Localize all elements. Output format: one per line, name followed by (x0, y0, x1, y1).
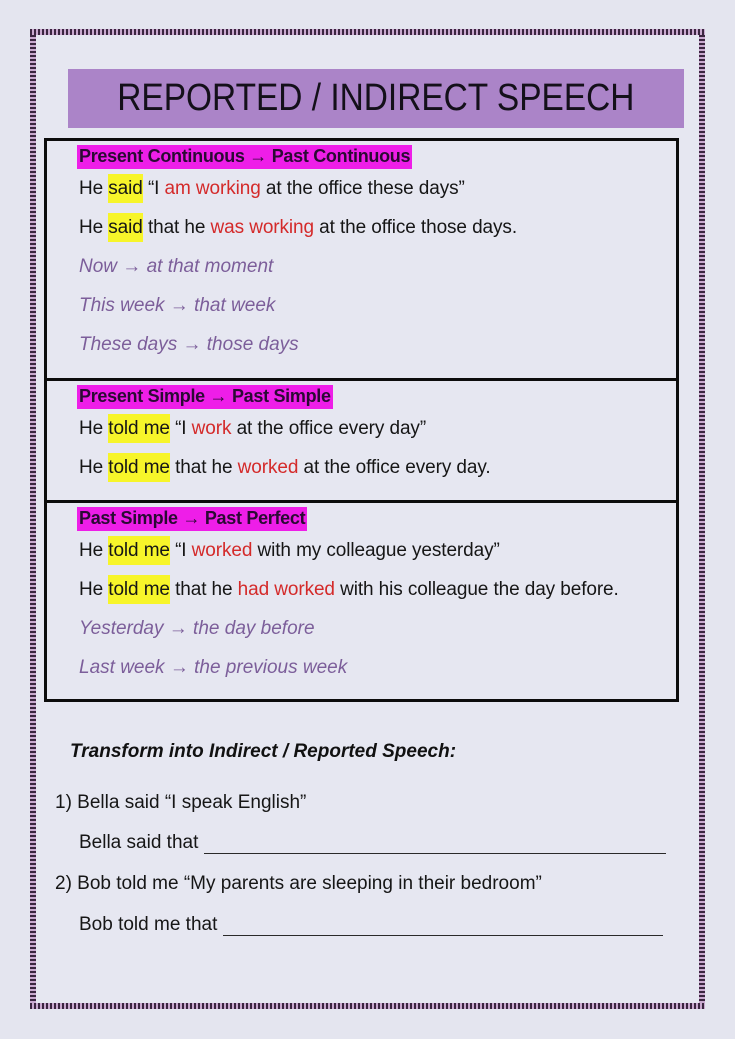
reporting-verb: told me (108, 536, 170, 565)
direct-speech-example: He told me “I work at the office every d… (79, 409, 676, 448)
rule-section-present-simple: Present Simple → Past Simple He told me … (47, 378, 676, 500)
reporting-verb: said (108, 174, 143, 203)
rule-section-present-continuous: Present Continuous → Past Continuous He … (47, 141, 676, 378)
section-heading: Past Simple → Past Perfect (77, 507, 308, 531)
time-expression-change: Yesterday → the day before (79, 618, 315, 639)
reporting-verb: told me (108, 414, 170, 443)
time-expression-change: Last week → the previous week (79, 657, 348, 678)
rule-section-past-simple: Past Simple → Past Perfect He told me “I… (47, 500, 676, 699)
reporting-verb: told me (108, 575, 170, 604)
indirect-speech-example: He told me that he worked at the office … (79, 448, 676, 487)
exercise-answer-row-1: Bella said that (79, 832, 667, 854)
page-title-banner: REPORTED / INDIRECT SPEECH (68, 69, 684, 128)
time-expression-change: This week → that week (79, 295, 276, 316)
direct-speech-example: He said “I am working at the office thes… (79, 169, 676, 208)
tense-verb: work (191, 418, 232, 439)
answer-prefix: Bella said that (79, 832, 199, 853)
reporting-verb: said (108, 213, 143, 242)
tense-verb: worked (237, 457, 299, 478)
exercise-question-2: 2) Bob told me “My parents are sleeping … (55, 873, 542, 894)
tense-verb: was working (210, 217, 315, 238)
answer-prefix: Bob told me that (79, 914, 218, 935)
direct-speech-example: He told me “I worked with my colleague y… (79, 531, 676, 570)
reporting-verb: told me (108, 453, 170, 482)
section-heading: Present Continuous → Past Continuous (77, 145, 413, 169)
indirect-speech-example: He said that he was working at the offic… (79, 208, 676, 247)
answer-blank-1[interactable] (204, 833, 667, 854)
time-expression-change: These days → those days (79, 334, 299, 355)
tense-verb: am working (164, 178, 261, 199)
exercise-title: Transform into Indirect / Reported Speec… (70, 741, 457, 762)
section-heading: Present Simple → Past Simple (77, 385, 333, 409)
tense-verb: had worked (237, 579, 335, 600)
exercise-answer-row-2: Bob told me that (79, 914, 664, 936)
page-title: REPORTED / INDIRECT SPEECH (117, 77, 635, 119)
indirect-speech-example: He told me that he had worked with his c… (79, 570, 676, 609)
grammar-rules-box: Present Continuous → Past Continuous He … (44, 138, 679, 702)
answer-blank-2[interactable] (223, 915, 664, 936)
tense-verb: worked (191, 540, 253, 561)
time-expression-change: Now → at that moment (79, 256, 274, 277)
exercise-question-1: 1) Bella said “I speak English” (55, 792, 307, 813)
